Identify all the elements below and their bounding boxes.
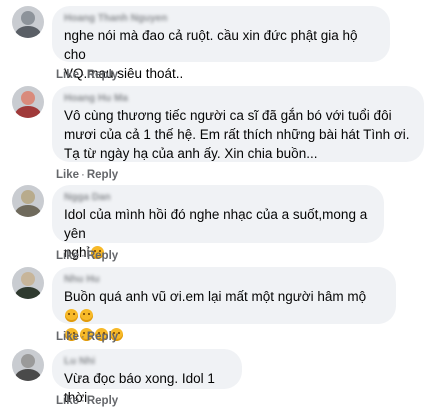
crying-face-icon — [80, 309, 93, 322]
comment-bubble: Nhu Hu Buồn quá anh vũ ơi.em lại mất một… — [52, 267, 396, 341]
comment-text-content: Buồn quá anh vũ ơi.em lại mất một người … — [64, 289, 367, 304]
avatar[interactable] — [12, 267, 44, 299]
comment-bubble: Lu Nhi Vừa đọc báo xong. Idol 1 thời — [52, 349, 242, 405]
avatar-body — [15, 287, 41, 299]
avatar-body — [15, 369, 41, 381]
reply-link[interactable]: Reply — [87, 331, 118, 343]
comment-actions: Like · Reply — [56, 250, 118, 262]
comment-bubble: Hoang Hu Ma Vô cùng thương tiếc người ca… — [52, 86, 424, 162]
reply-link[interactable]: Reply — [87, 250, 118, 262]
comment-bubble: Ngga Dan Idol của mình hồi đó nghe nhạc … — [52, 185, 384, 260]
like-link[interactable]: Like — [56, 69, 79, 81]
separator: · — [81, 250, 85, 262]
like-link[interactable]: Like — [56, 395, 79, 407]
avatar[interactable] — [12, 86, 44, 118]
comment-text: Vô cùng thương tiếc người ca sĩ đã gắn b… — [64, 108, 410, 161]
separator: · — [81, 169, 85, 181]
avatar[interactable] — [12, 6, 44, 38]
avatar-face — [21, 91, 35, 105]
avatar-body — [15, 106, 41, 118]
commenter-name[interactable]: Hoang Thanh Nguyen — [64, 12, 378, 26]
reply-link[interactable]: Reply — [87, 69, 118, 81]
avatar-body — [15, 205, 41, 217]
like-link[interactable]: Like — [56, 169, 79, 181]
like-link[interactable]: Like — [56, 250, 79, 262]
commenter-name[interactable]: Lu Nhi — [64, 355, 230, 369]
commenter-name[interactable]: Ngga Dan — [64, 191, 372, 205]
avatar-face — [21, 272, 35, 286]
commenter-name[interactable]: Nhu Hu — [64, 273, 384, 287]
reply-link[interactable]: Reply — [87, 395, 118, 407]
crying-face-icon — [65, 309, 78, 322]
avatar-face — [21, 190, 35, 204]
avatar-face — [21, 354, 35, 368]
avatar[interactable] — [12, 349, 44, 381]
commenter-name[interactable]: Hoang Hu Ma — [64, 92, 412, 106]
avatar[interactable] — [12, 185, 44, 217]
separator: · — [81, 69, 85, 81]
separator: · — [81, 331, 85, 343]
like-link[interactable]: Like — [56, 331, 79, 343]
comment-actions: Like · Reply — [56, 169, 118, 181]
comment-bubble: Hoang Thanh Nguyen nghe nói mà đao cả ru… — [52, 6, 390, 81]
comment-actions: Like · Reply — [56, 395, 118, 407]
separator: · — [81, 395, 85, 407]
avatar-face — [21, 11, 35, 25]
avatar-body — [15, 26, 41, 38]
comment-actions: Like · Reply — [56, 331, 118, 343]
reply-link[interactable]: Reply — [87, 169, 118, 181]
comment-actions: Like · Reply — [56, 69, 118, 81]
